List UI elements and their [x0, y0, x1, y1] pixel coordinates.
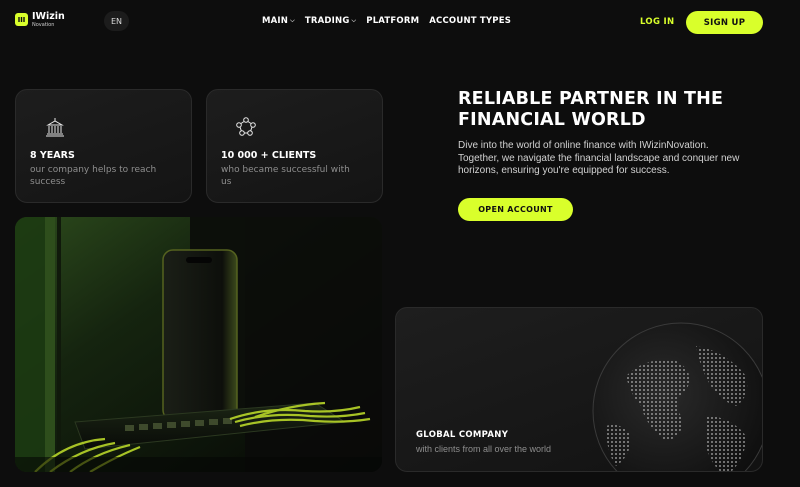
- stat-title: 10 000 + CLIENTS: [221, 150, 317, 161]
- stat-title: 8 YEARS: [30, 150, 75, 161]
- stat-card-years: 8 YEARS our company helps to reach succe…: [15, 89, 192, 203]
- stat-card-clients: 10 000 + CLIENTS who became successful w…: [206, 89, 383, 203]
- chevron-down-icon: ⌵: [351, 17, 357, 24]
- hero-image-card: [15, 217, 382, 472]
- nav-label: MAIN: [262, 16, 289, 26]
- signup-button[interactable]: SIGN UP: [686, 11, 763, 34]
- stat-description: who became successful with us: [221, 165, 350, 187]
- stat-description: our company helps to reach success: [30, 165, 157, 187]
- hero-description: Dive into the world of online finance wi…: [458, 140, 740, 176]
- global-title: GLOBAL COMPANY: [416, 430, 509, 440]
- brand-sub: Novation: [32, 21, 55, 28]
- bank-building-icon: [46, 118, 64, 137]
- logo-icon: [15, 13, 28, 27]
- nav-item-trading[interactable]: TRADING ⌵: [305, 16, 356, 26]
- brand-logo[interactable]: IWizin Novation: [15, 12, 65, 28]
- phone-server-image: [15, 217, 382, 472]
- chevron-down-icon: ⌵: [290, 17, 295, 24]
- nav-label: TRADING: [304, 16, 350, 26]
- global-company-card: GLOBAL COMPANY with clients from all ove…: [395, 307, 763, 472]
- login-link[interactable]: LOG IN: [640, 17, 674, 27]
- nav-label: ACCOUNT TYPES: [429, 16, 512, 26]
- global-description: with clients from all over the world: [416, 444, 552, 454]
- nav-item-main[interactable]: MAIN ⌵: [262, 16, 295, 26]
- language-switcher[interactable]: EN: [104, 11, 129, 31]
- open-account-button[interactable]: OPEN ACCOUNT: [458, 198, 573, 221]
- nav-item-account-types[interactable]: ACCOUNT TYPES: [429, 16, 511, 26]
- globe-icon: [592, 322, 762, 471]
- main-nav: MAIN ⌵ TRADING ⌵ PLATFORM ACCOUNT TYPES: [262, 16, 511, 26]
- site-header: IWizin Novation EN MAIN ⌵ TRADING ⌵ PLAT…: [0, 0, 800, 44]
- clients-network-icon: [236, 117, 256, 136]
- nav-label: PLATFORM: [366, 16, 420, 26]
- nav-item-platform[interactable]: PLATFORM: [366, 16, 419, 26]
- hero-title: RELIABLE PARTNER IN THE FINANCIAL WORLD: [458, 89, 724, 130]
- brand-name: IWizin: [32, 11, 65, 22]
